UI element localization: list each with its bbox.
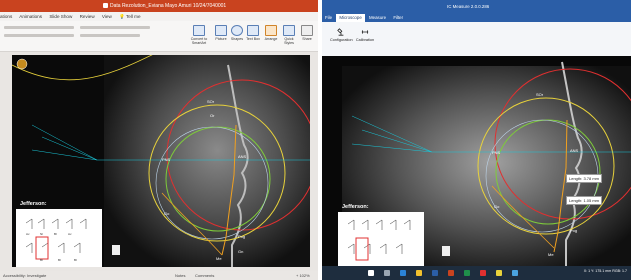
taskbar-status: X: 1 Y: 175.1 mm RGB: 1.7 (583, 269, 627, 273)
font-format-controls[interactable] (4, 34, 74, 37)
svg-text:Pog: Pog (570, 228, 577, 233)
excel-icon[interactable] (464, 270, 470, 276)
clinic-seal-icon (16, 58, 28, 70)
picture-button[interactable]: Picture (214, 25, 228, 41)
jefferson-label: Jefferson: (342, 204, 369, 210)
shapes-button[interactable]: Shapes (230, 25, 244, 41)
cephalometric-xray: SOr PNS ANS Go Pog Me Gn Or Jefferson: A… (12, 55, 310, 267)
length-label-2[interactable]: Length: 1.05 mm (566, 196, 603, 205)
svg-text:ANS: ANS (570, 148, 579, 153)
zoom-level[interactable]: + 102% (296, 271, 310, 280)
word-icon[interactable] (432, 270, 438, 276)
quick-styles-icon (283, 25, 295, 36)
notes-button[interactable]: Notes (175, 271, 185, 280)
textbox-icon (247, 25, 259, 36)
svg-text:BI: BI (74, 258, 77, 262)
ppt-status-bar: Accessibility: Investigate Notes Comment… (0, 271, 318, 280)
svg-text:Or: Or (210, 113, 215, 118)
arrange-button[interactable]: Arrange (264, 25, 278, 41)
cs-title-bar: IC Measure 2.0.0.286 (322, 0, 631, 14)
svg-text:Go: Go (494, 204, 500, 209)
jefferson-chart-panel (338, 212, 424, 266)
xray-image (104, 55, 310, 267)
quick-styles-button[interactable]: Quick Styles (282, 25, 296, 45)
windows-taskbar: X: 1 Y: 175.1 mm RGB: 1.7 (322, 266, 631, 280)
cs-ribbon-tabs: File Microscope Measure Filter (322, 14, 631, 22)
app-icon[interactable] (480, 270, 486, 276)
ruler-marker (442, 246, 450, 256)
svg-text:Av: Av (26, 232, 30, 236)
svg-text:Go: Go (164, 211, 170, 216)
slide-canvas[interactable]: SOr PNS ANS Go Pog Me Gn Or Jefferson: A… (12, 55, 310, 267)
tell-me-search[interactable]: 💡 Tell me (119, 14, 146, 19)
svg-text:Bl: Bl (58, 258, 61, 262)
svg-text:Bl: Bl (40, 258, 43, 262)
start-icon[interactable] (368, 270, 374, 276)
calibration-button[interactable]: Calibration (354, 28, 376, 42)
svg-text:Gn: Gn (238, 249, 243, 254)
tab-slide-show[interactable]: Slide Show (49, 14, 72, 19)
powerpoint-icon[interactable] (448, 270, 454, 276)
search-icon[interactable] (384, 270, 390, 276)
comments-button[interactable]: Comments (195, 271, 214, 280)
image-viewport[interactable]: SOr PNS ANS Go Pog Me Jefferson: Length:… (322, 56, 631, 266)
svg-text:SOr: SOr (536, 92, 544, 97)
tab-animations[interactable]: Animations (19, 14, 42, 19)
ruler-icon (361, 30, 369, 34)
svg-text:PNS: PNS (162, 157, 171, 162)
ppt-window-title: Data Rezolution_Eviana Mayo Amuri 10/24/… (110, 3, 227, 9)
powerpoint-window: Data Rezolution_Eviana Mayo Amuri 10/24/… (0, 0, 318, 280)
measure-app-window: IC Measure 2.0.0.286 File Microscope Mea… (322, 0, 631, 280)
svg-text:Me: Me (216, 256, 222, 261)
length-label-1[interactable]: Length: 3.78 mm (566, 174, 603, 183)
svg-text:ANS: ANS (238, 154, 247, 159)
tab-view[interactable]: View (102, 14, 112, 19)
microscope-icon (337, 28, 344, 36)
explorer-icon[interactable] (416, 270, 422, 276)
cephalometric-xray-measure: SOr PNS ANS Go Pog Me Jefferson: (322, 56, 631, 266)
svg-text:Me: Me (548, 252, 554, 257)
svg-text:PNS: PNS (492, 150, 501, 155)
svg-text:Nl: Nl (40, 232, 43, 236)
smartart-icon (193, 25, 205, 36)
cs-ribbon: Configuration Calibration (322, 22, 631, 57)
share-icon (301, 25, 313, 36)
paragraph-controls[interactable] (80, 26, 150, 29)
alignment-controls[interactable] (80, 34, 140, 37)
convert-smartart-button[interactable]: Convert to SmartArt (190, 25, 208, 45)
share-button[interactable]: Share (300, 25, 314, 41)
font-controls[interactable] (4, 26, 74, 29)
tab-measure[interactable]: Measure (366, 14, 389, 22)
tab-transitions[interactable]: ations (0, 14, 12, 19)
picture-icon (215, 25, 227, 36)
ruler-marker (112, 245, 120, 255)
shapes-icon (231, 25, 243, 36)
accessibility-status[interactable]: Accessibility: Investigate (3, 271, 46, 280)
textbox-button[interactable]: Text Box (246, 25, 260, 41)
tab-review[interactable]: Review (80, 14, 95, 19)
svg-text:Bl: Bl (54, 232, 57, 236)
configuration-button[interactable]: Configuration (330, 28, 353, 42)
svg-text:Pog: Pog (238, 234, 245, 239)
settings-icon[interactable] (512, 270, 518, 276)
svg-text:Av: Av (68, 232, 72, 236)
svg-text:SOr: SOr (207, 99, 215, 104)
ppt-ribbon: Convert to SmartArt Picture Shapes Text … (0, 21, 318, 52)
arrange-icon (265, 25, 277, 36)
tab-microscope[interactable]: Microscope (336, 14, 365, 22)
tab-filter[interactable]: Filter (390, 14, 406, 22)
jefferson-label: Jefferson: (20, 201, 47, 207)
ppt-title-bar: Data Rezolution_Eviana Mayo Amuri 10/24/… (0, 0, 318, 12)
chrome-icon[interactable] (496, 270, 502, 276)
cs-window-title: IC Measure 2.0.0.286 (447, 4, 490, 9)
ppt-ribbon-tabs: ations Animations Slide Show Review View… (0, 12, 318, 21)
tab-file[interactable]: File (322, 14, 335, 22)
edge-icon[interactable] (400, 270, 406, 276)
powerpoint-icon (103, 3, 108, 8)
